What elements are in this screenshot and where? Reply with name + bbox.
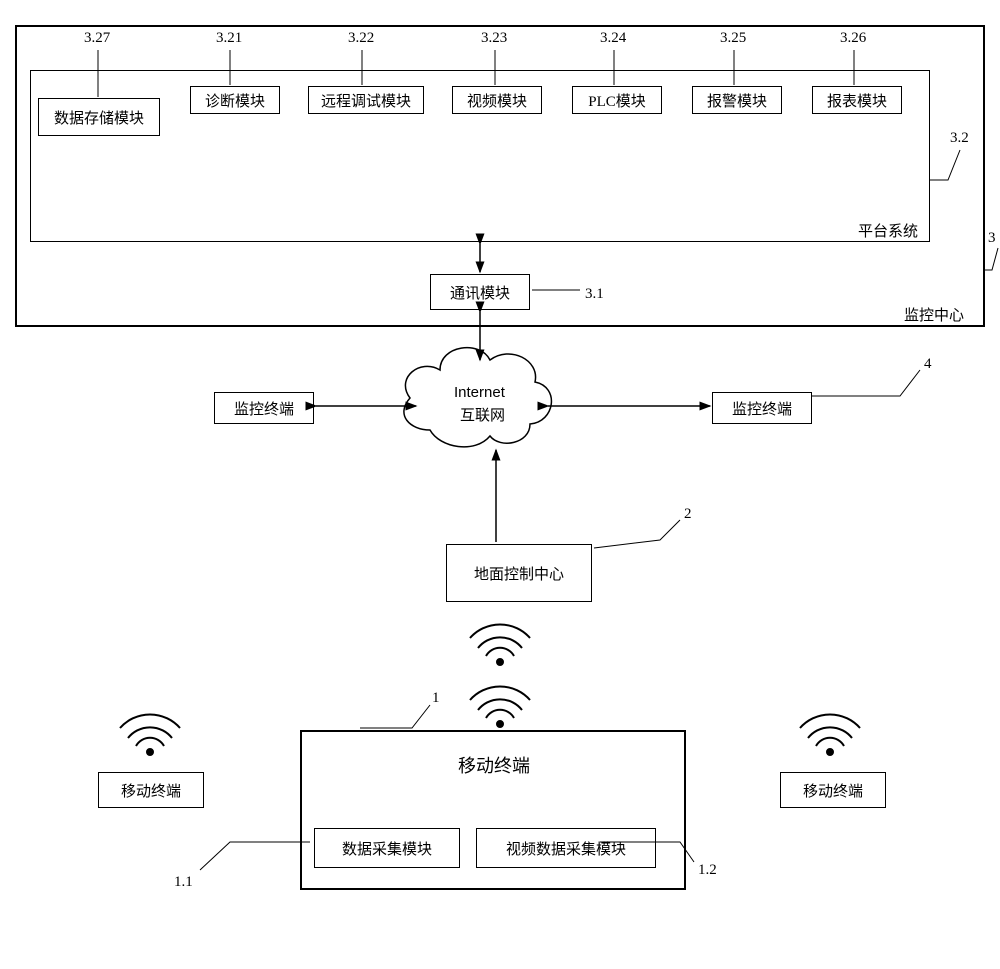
num-2: 2	[684, 506, 692, 523]
monitor-terminal-right: 监控终端	[712, 392, 812, 424]
ground-control: 地面控制中心	[446, 544, 592, 602]
plc-module: PLC模块	[572, 86, 662, 114]
num-324: 3.24	[600, 30, 626, 47]
diagram-root: 监控中心 平台系统 数据存储模块 诊断模块 远程调试模块 视频模块 PLC模块 …	[0, 0, 1000, 969]
comm-module: 通讯模块	[430, 274, 530, 310]
num-327: 3.27	[84, 30, 110, 47]
internet-zh: 互联网	[460, 404, 505, 425]
num-321: 3.21	[216, 30, 242, 47]
mobile-terminal-left: 移动终端	[98, 772, 204, 808]
num-12: 1.2	[698, 862, 717, 879]
diagnosis-module: 诊断模块	[190, 86, 280, 114]
mobile-terminal-right: 移动终端	[780, 772, 886, 808]
num-3: 3	[988, 230, 996, 247]
wifi-icon	[470, 686, 530, 727]
num-1: 1	[432, 690, 440, 707]
num-326: 3.26	[840, 30, 866, 47]
report-module: 报表模块	[812, 86, 902, 114]
alarm-module: 报警模块	[692, 86, 782, 114]
monitoring-center-label: 监控中心	[904, 304, 964, 325]
num-325: 3.25	[720, 30, 746, 47]
remote-debug-module: 远程调试模块	[308, 86, 424, 114]
wifi-icon	[470, 624, 530, 665]
mobile-terminal-main-label: 移动终端	[458, 752, 530, 778]
num-11: 1.1	[174, 874, 193, 891]
wifi-icon	[800, 714, 860, 755]
platform-system-label: 平台系统	[858, 220, 918, 241]
num-32: 3.2	[950, 130, 969, 147]
video-collect-module: 视频数据采集模块	[476, 828, 656, 868]
data-collect-module: 数据采集模块	[314, 828, 460, 868]
num-322: 3.22	[348, 30, 374, 47]
monitor-terminal-left: 监控终端	[214, 392, 314, 424]
num-4: 4	[924, 356, 932, 373]
wifi-icon	[120, 714, 180, 755]
num-323: 3.23	[481, 30, 507, 47]
num-3-1: 3.1	[585, 286, 604, 303]
data-storage-module: 数据存储模块	[38, 98, 160, 136]
video-module: 视频模块	[452, 86, 542, 114]
internet-en: Internet	[454, 384, 505, 401]
